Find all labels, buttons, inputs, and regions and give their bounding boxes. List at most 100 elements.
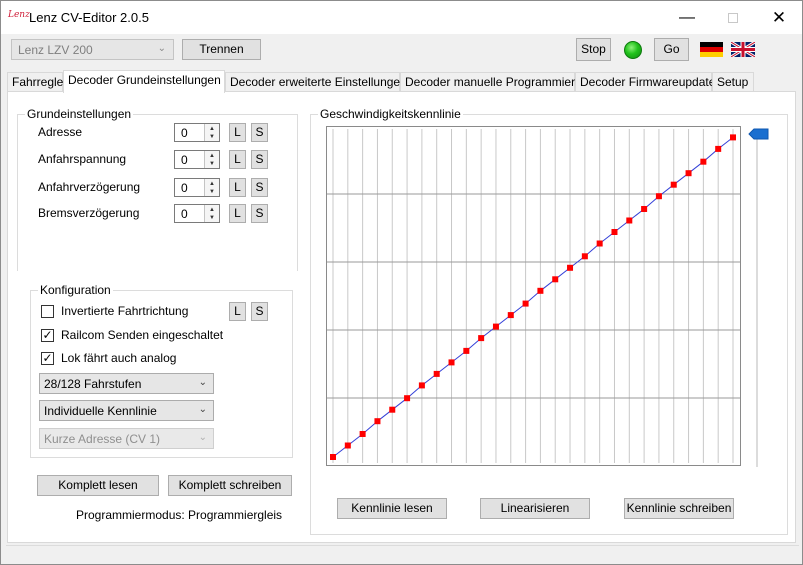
maximize-button	[710, 1, 756, 34]
speed-step-point[interactable]	[344, 442, 351, 449]
title-bar: Lenz Lenz CV-Editor 2.0.5 — ✕	[1, 1, 802, 34]
speed-step-point[interactable]	[389, 406, 396, 413]
speed-step-point[interactable]	[330, 454, 336, 460]
tab-decoder-firmwareupdate[interactable]: Decoder Firmwareupdate	[575, 72, 715, 92]
speed-step-point[interactable]	[507, 312, 514, 319]
analog-checkbox[interactable]: ✓	[41, 352, 54, 365]
address-spinner[interactable]: 0 ▲ ▼	[174, 123, 220, 142]
address-label: Adresse	[38, 125, 83, 139]
acceleration-write-button[interactable]: S	[251, 178, 268, 197]
window-title: Lenz CV-Editor 2.0.5	[29, 10, 149, 25]
curve-slider-track	[756, 137, 758, 467]
speed-step-point[interactable]	[670, 181, 677, 188]
address-mode-value: Kurze Adresse (CV 1)	[44, 432, 161, 446]
speed-step-point[interactable]	[567, 264, 574, 271]
linearize-button[interactable]: Linearisieren	[480, 498, 590, 519]
braking-label: Bremsverzögerung	[38, 206, 140, 220]
speed-step-point[interactable]	[626, 217, 633, 224]
speed-step-point[interactable]	[730, 134, 736, 141]
address-mode-dropdown: Kurze Adresse (CV 1) ⌄	[39, 428, 214, 449]
spinner-arrows-icon[interactable]: ▲ ▼	[204, 205, 219, 222]
config-read-button[interactable]: L	[229, 302, 246, 321]
speed-step-point[interactable]	[478, 335, 485, 342]
acceleration-spinner[interactable]: 0 ▲ ▼	[174, 178, 220, 197]
speed-step-point[interactable]	[374, 418, 381, 425]
disconnect-button[interactable]: Trennen	[182, 39, 261, 60]
speed-step-point[interactable]	[581, 253, 588, 260]
app-logo: Lenz	[8, 10, 30, 20]
tab-fahrregler[interactable]: Fahrregler	[7, 72, 67, 92]
configuration-title: Konfiguration	[38, 283, 113, 297]
read-all-button[interactable]: Komplett lesen	[37, 475, 159, 496]
interface-select-value: Lenz LZV 200	[18, 43, 93, 57]
english-flag-icon[interactable]	[731, 42, 755, 57]
speed-step-point[interactable]	[404, 395, 411, 402]
acceleration-label: Anfahrverzögerung	[38, 180, 141, 194]
spinner-arrows-icon[interactable]: ▲ ▼	[204, 179, 219, 196]
tab-decoder-grundeinstellungen[interactable]: Decoder Grundeinstellungen	[63, 70, 225, 93]
address-write-button[interactable]: S	[251, 123, 268, 142]
speed-step-point[interactable]	[537, 287, 544, 294]
acceleration-read-button[interactable]: L	[229, 178, 246, 197]
invert-direction-checkbox[interactable]	[41, 305, 54, 318]
tab-decoder-manuelle-programmierung[interactable]: Decoder manuelle Programmierung	[400, 72, 595, 92]
write-all-button[interactable]: Komplett schreiben	[168, 475, 292, 496]
start-voltage-label: Anfahrspannung	[38, 152, 127, 166]
tab-panel: Grundeinstellungen Adresse 0 ▲ ▼ L S Anfa…	[7, 91, 796, 543]
start-voltage-read-button[interactable]: L	[229, 150, 246, 169]
address-read-button[interactable]: L	[229, 123, 246, 142]
speed-step-point[interactable]	[596, 240, 603, 247]
invert-direction-label: Invertierte Fahrtrichtung	[61, 304, 189, 318]
go-button[interactable]: Go	[654, 38, 689, 61]
speed-step-point[interactable]	[359, 430, 366, 437]
braking-read-button[interactable]: L	[229, 204, 246, 223]
address-value: 0	[181, 126, 188, 140]
speed-step-point[interactable]	[641, 205, 648, 212]
speed-step-point[interactable]	[448, 359, 455, 366]
speed-steps-dropdown[interactable]: 28/128 Fahrstufen ⌄	[39, 373, 214, 394]
chevron-down-icon: ⌄	[198, 377, 207, 388]
spinner-arrows-icon[interactable]: ▲ ▼	[204, 124, 219, 141]
chart-frame	[326, 126, 741, 466]
railcom-checkbox[interactable]: ✓	[41, 329, 54, 342]
speed-step-point[interactable]	[715, 145, 722, 152]
chevron-down-icon: ⌄	[157, 43, 166, 54]
write-curve-button[interactable]: Kennlinie schreiben	[624, 498, 734, 519]
curve-mode-value: Individuelle Kennlinie	[44, 404, 157, 418]
speed-step-point[interactable]	[700, 158, 707, 165]
curve-mode-dropdown[interactable]: Individuelle Kennlinie ⌄	[39, 400, 214, 421]
curve-slider-thumb[interactable]	[748, 128, 770, 140]
minimize-icon: —	[679, 8, 695, 26]
connection-status-led	[624, 41, 642, 59]
config-write-button[interactable]: S	[251, 302, 268, 321]
main-window: Lenz Lenz CV-Editor 2.0.5 — ✕ Lenz LZV 2…	[0, 0, 803, 565]
speed-step-point[interactable]	[492, 323, 499, 330]
braking-write-button[interactable]: S	[251, 204, 268, 223]
german-flag-icon[interactable]	[700, 42, 723, 57]
tab-decoder-erweiterte-einstellungen[interactable]: Decoder erweiterte Einstellungen	[225, 72, 407, 92]
speed-step-point[interactable]	[655, 193, 662, 200]
spinner-arrows-icon[interactable]: ▲ ▼	[204, 151, 219, 168]
speed-step-point[interactable]	[611, 228, 618, 235]
maximize-icon	[728, 12, 738, 23]
read-curve-button[interactable]: Kennlinie lesen	[337, 498, 447, 519]
analog-label: Lok fährt auch analog	[61, 351, 177, 365]
speed-step-point[interactable]	[552, 276, 559, 283]
start-voltage-spinner[interactable]: 0 ▲ ▼	[174, 150, 220, 169]
tab-setup[interactable]: Setup	[712, 72, 754, 92]
chevron-down-icon: ⌄	[198, 432, 207, 443]
stop-button[interactable]: Stop	[576, 38, 611, 61]
railcom-label: Railcom Senden eingeschaltet	[61, 328, 224, 342]
start-voltage-write-button[interactable]: S	[251, 150, 268, 169]
speed-curve-chart[interactable]	[326, 126, 741, 466]
checkmark-icon: ✓	[42, 351, 53, 365]
braking-spinner[interactable]: 0 ▲ ▼	[174, 204, 220, 223]
speed-step-point[interactable]	[418, 382, 425, 389]
speed-step-point[interactable]	[522, 300, 529, 307]
close-button[interactable]: ✕	[756, 1, 802, 34]
minimize-button[interactable]: —	[664, 1, 710, 34]
speed-step-point[interactable]	[463, 347, 470, 354]
speed-step-point[interactable]	[433, 370, 440, 377]
status-bar	[6, 545, 799, 561]
speed-step-point[interactable]	[685, 170, 692, 177]
